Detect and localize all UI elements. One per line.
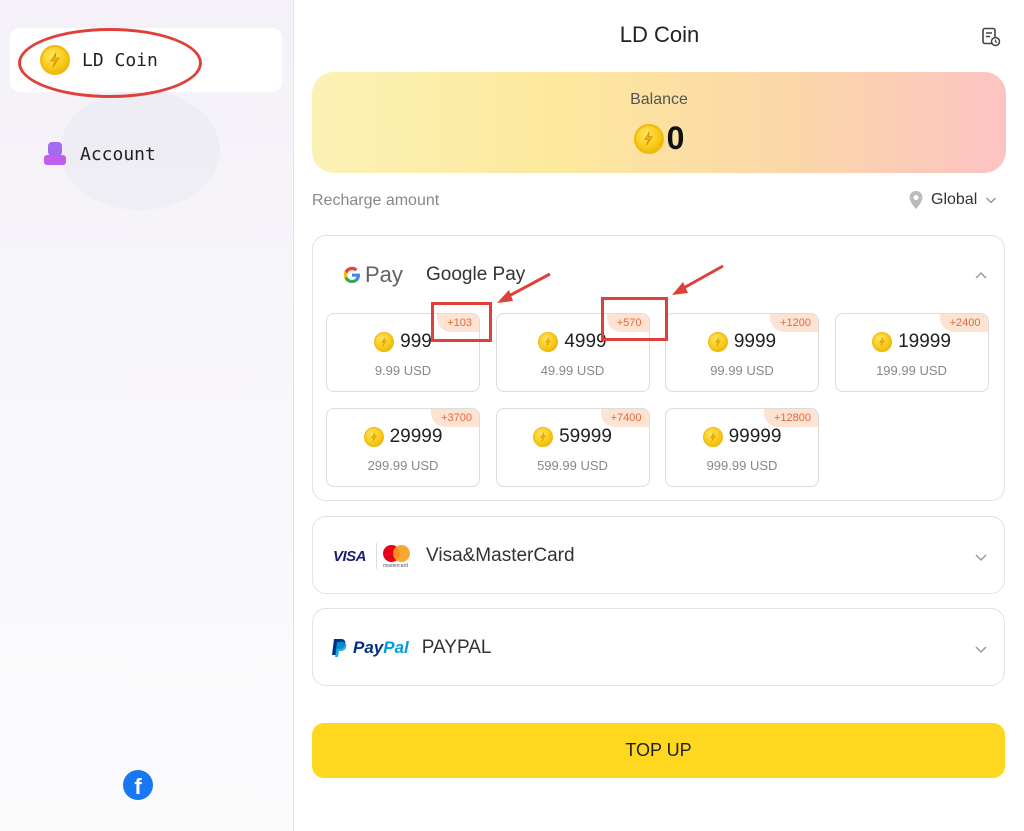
main-panel: LD Coin Balance 0 Recharge amount Global xyxy=(295,0,1024,831)
payment-method-visa-mastercard: VISA mastercard Visa&MasterCard xyxy=(312,516,1005,594)
coin-icon xyxy=(533,426,554,447)
package-amount-row: 29999 xyxy=(327,426,479,448)
bonus-badge: +7400 xyxy=(600,408,649,427)
annotation-box xyxy=(431,302,492,342)
account-icon xyxy=(44,142,68,166)
balance-label: Balance xyxy=(630,91,688,108)
sidebar-item-label: Account xyxy=(80,143,156,165)
location-pin-icon xyxy=(909,191,923,209)
sidebar: LD Coin Account f xyxy=(0,0,294,831)
top-up-button[interactable]: TOP UP xyxy=(312,723,1005,778)
paypal-logo-text-b: Pal xyxy=(383,638,409,657)
visa-mastercard-name: Visa&MasterCard xyxy=(426,545,575,566)
chevron-down-icon xyxy=(986,197,997,204)
region-label: Global xyxy=(931,191,978,208)
coin-icon xyxy=(374,332,395,352)
coin-package-tile[interactable]: +12800 99999 999.99 USD xyxy=(665,407,819,487)
order-history-icon[interactable] xyxy=(981,27,1001,47)
paypal-name: PAYPAL xyxy=(421,637,492,658)
paypal-header[interactable]: Pay Pal PAYPAL xyxy=(313,609,1004,687)
paypal-logo: Pay Pal xyxy=(330,638,409,658)
package-amount-row: 9999 xyxy=(666,331,818,353)
recharge-amount-label: Recharge amount xyxy=(312,192,440,209)
facebook-icon[interactable]: f xyxy=(123,770,153,800)
package-amount: 29999 xyxy=(389,425,443,447)
visa-mastercard-logo: VISA mastercard xyxy=(333,543,411,569)
package-price: 199.99 USD xyxy=(876,363,947,378)
annotation-arrow xyxy=(497,272,551,303)
mastercard-icon: mastercard xyxy=(376,543,411,569)
coin-package-tile[interactable]: +7400 59999 599.99 USD xyxy=(495,407,650,487)
package-amount-row: 99999 xyxy=(666,426,818,448)
region-selector[interactable]: Global xyxy=(908,190,997,210)
visa-mastercard-header[interactable]: VISA mastercard Visa&MasterCard xyxy=(313,517,1004,595)
paypal-logo-text-a: Pay xyxy=(353,638,384,657)
coin-icon xyxy=(707,332,728,352)
package-amount: 99999 xyxy=(728,425,782,447)
coin-icon xyxy=(872,332,893,352)
bonus-badge: +3700 xyxy=(431,408,479,427)
package-amount: 999 xyxy=(400,331,432,352)
balance-row: 0 xyxy=(312,120,1006,157)
package-price: 599.99 USD xyxy=(537,457,608,473)
package-amount: 59999 xyxy=(559,425,612,447)
balance-card: Balance 0 xyxy=(312,72,1006,173)
google-g-icon xyxy=(343,266,360,283)
google-pay-logo-text: Pay xyxy=(365,262,403,287)
annotation-ellipse xyxy=(18,28,202,98)
visa-logo-text: VISA xyxy=(333,547,367,565)
package-price: 9.99 USD xyxy=(374,363,432,378)
coin-icon xyxy=(702,426,723,447)
payment-method-paypal: Pay Pal PAYPAL xyxy=(312,608,1005,686)
bonus-badge: +12800 xyxy=(763,408,818,427)
package-amount-row: 59999 xyxy=(497,426,649,448)
package-price: 999.99 USD xyxy=(706,457,778,473)
package-price: 49.99 USD xyxy=(540,363,605,378)
package-amount: 19999 xyxy=(898,331,951,352)
sidebar-item-account[interactable]: Account xyxy=(10,122,282,186)
payment-method-google-pay: Pay Google Pay +103 999 9.99 USD +570 4999 49… xyxy=(312,235,1005,501)
coin-package-tile[interactable]: +1200 9999 99.99 USD xyxy=(665,313,819,392)
annotation-arrow xyxy=(672,264,724,295)
package-price: 299.99 USD xyxy=(367,457,439,473)
chevron-up-icon xyxy=(975,271,987,279)
paypal-icon xyxy=(332,639,347,657)
coin-icon xyxy=(633,123,664,154)
google-pay-logo: Pay xyxy=(342,262,404,288)
page-title: LD Coin xyxy=(619,22,700,47)
coin-package-tile[interactable]: +2400 19999 199.99 USD xyxy=(834,313,989,392)
coin-package-tile[interactable]: +3700 29999 299.99 USD xyxy=(326,407,480,487)
bonus-badge: +2400 xyxy=(939,314,988,332)
package-amount-row: 19999 xyxy=(836,331,988,353)
annotation-box xyxy=(601,297,668,341)
package-price: 99.99 USD xyxy=(710,363,774,378)
chevron-down-icon xyxy=(975,646,987,654)
balance-value: 0 xyxy=(666,120,685,156)
bonus-badge: +1200 xyxy=(770,314,818,332)
package-amount: 9999 xyxy=(733,331,777,352)
coin-icon xyxy=(538,332,559,352)
chevron-down-icon xyxy=(975,554,987,562)
coin-icon xyxy=(363,426,384,447)
